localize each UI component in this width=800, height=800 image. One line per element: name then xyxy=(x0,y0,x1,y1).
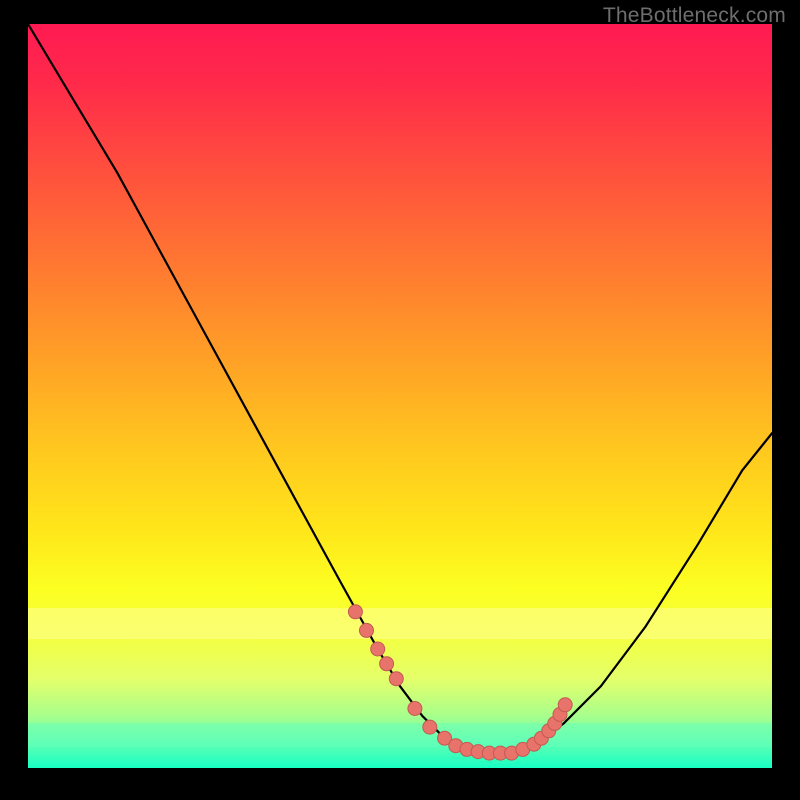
curve-overlay xyxy=(28,24,772,768)
marker-dot xyxy=(482,746,496,760)
marker-dot xyxy=(408,702,422,716)
chart-plot-area xyxy=(28,24,772,768)
marker-dot xyxy=(371,642,385,656)
marker-dot xyxy=(505,746,519,760)
bottleneck-curve xyxy=(28,24,772,753)
marker-dot xyxy=(553,707,567,721)
marker-dot xyxy=(493,746,507,760)
marker-dot xyxy=(380,657,394,671)
marker-dot xyxy=(389,672,403,686)
highlight-band-yellow xyxy=(28,608,772,639)
watermark-text: TheBottleneck.com xyxy=(603,4,786,28)
highlight-band-green xyxy=(28,723,772,747)
marker-dot xyxy=(558,698,572,712)
